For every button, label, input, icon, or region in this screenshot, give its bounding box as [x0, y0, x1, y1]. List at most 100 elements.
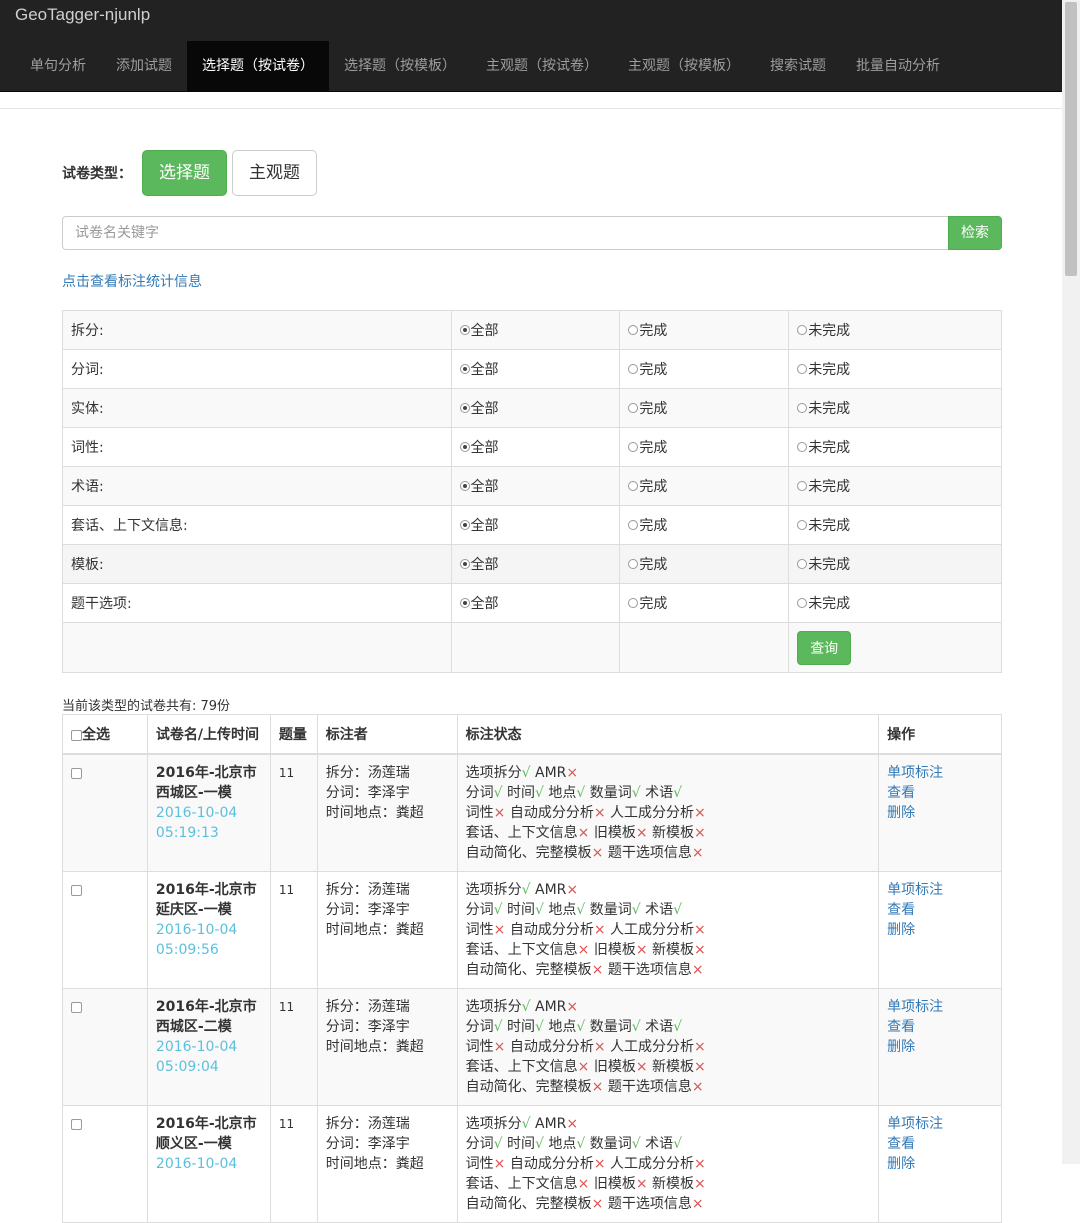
filter-radio[interactable]: 未完成 — [797, 320, 850, 340]
nav-item-3[interactable]: 选择题（按模板） — [329, 41, 471, 91]
radio-icon[interactable] — [628, 481, 639, 491]
radio-icon[interactable] — [628, 598, 639, 608]
filter-radio[interactable]: 未完成 — [797, 554, 850, 574]
search-input[interactable]: 试卷名关键字 — [62, 216, 948, 250]
op-link-2[interactable]: 删除 — [887, 1037, 993, 1057]
search-button[interactable]: 检索 — [948, 216, 1002, 250]
filter-radio[interactable]: 全部 — [459, 437, 499, 457]
filter-radio[interactable]: 全部 — [459, 476, 499, 496]
paper-name[interactable]: 延庆区-一模 — [156, 900, 262, 920]
op-link-0[interactable]: 单项标注 — [887, 1114, 993, 1134]
nav-item-7[interactable]: 批量自动分析 — [841, 41, 955, 91]
filter-radio[interactable]: 未完成 — [797, 515, 850, 535]
nav-item-0[interactable]: 单句分析 — [15, 41, 101, 91]
stats-link[interactable]: 点击查看标注统计信息 — [62, 271, 202, 291]
filter-radio[interactable]: 完成 — [628, 359, 667, 379]
filter-radio[interactable]: 全部 — [459, 359, 499, 379]
op-link-1[interactable]: 查看 — [887, 1017, 993, 1037]
radio-icon[interactable] — [797, 403, 808, 413]
radio-icon[interactable] — [459, 520, 470, 530]
radio-icon[interactable] — [797, 520, 808, 530]
filter-radio[interactable]: 完成 — [628, 554, 667, 574]
filter-radio[interactable]: 完成 — [628, 320, 667, 340]
page-scrollbar[interactable] — [1062, 0, 1080, 1164]
radio-icon[interactable] — [628, 325, 639, 335]
paper-name[interactable]: 顺义区-一模 — [156, 1134, 262, 1154]
filter-radio[interactable]: 完成 — [628, 398, 667, 418]
radio-icon[interactable] — [797, 364, 808, 374]
paper-name[interactable]: 西城区-一模 — [156, 783, 262, 803]
select-all-header[interactable]: 全选 — [62, 714, 148, 755]
filter-radio[interactable]: 未完成 — [797, 593, 850, 613]
radio-icon[interactable] — [459, 442, 470, 452]
filter-radio[interactable]: 全部 — [459, 554, 499, 574]
radio-icon[interactable] — [797, 442, 808, 452]
filter-radio[interactable]: 全部 — [459, 320, 499, 340]
nav-item-1[interactable]: 添加试题 — [101, 41, 187, 91]
op-link-0[interactable]: 单项标注 — [887, 997, 993, 1017]
radio-icon[interactable] — [797, 481, 808, 491]
radio-icon[interactable] — [459, 364, 470, 374]
choice-type-button[interactable]: 选择题 — [142, 150, 227, 196]
filter-radio[interactable]: 未完成 — [797, 437, 850, 457]
op-link-2[interactable]: 删除 — [887, 1154, 993, 1174]
radio-icon[interactable] — [628, 442, 639, 452]
filter-radio[interactable]: 完成 — [628, 515, 667, 535]
paper-name[interactable]: 2016年-北京市 — [156, 1114, 262, 1134]
filter-radio[interactable]: 全部 — [459, 398, 499, 418]
row-checkbox[interactable] — [71, 1118, 82, 1130]
filter-radio[interactable]: 未完成 — [797, 359, 850, 379]
filter-radio[interactable]: 未完成 — [797, 398, 850, 418]
brand-title[interactable]: GeoTagger-njunlp — [15, 5, 150, 25]
query-button[interactable]: 查询 — [797, 630, 852, 665]
radio-icon[interactable] — [459, 325, 470, 335]
nav-item-6[interactable]: 搜索试题 — [755, 41, 841, 91]
filter-radio[interactable]: 全部 — [459, 515, 499, 535]
scrollbar-thumb[interactable] — [1065, 2, 1077, 276]
radio-icon[interactable] — [628, 364, 639, 374]
radio-icon[interactable] — [459, 559, 470, 569]
op-link-2[interactable]: 删除 — [887, 803, 993, 823]
radio-icon[interactable] — [459, 403, 470, 413]
filter-label: 实体: — [62, 388, 452, 428]
status-item-label: 分词 — [465, 1136, 494, 1152]
op-link-2[interactable]: 删除 — [887, 920, 993, 940]
paper-type-row: 试卷类型： 选择题 主观题 — [62, 150, 322, 196]
row-checkbox[interactable] — [71, 884, 82, 896]
op-link-1[interactable]: 查看 — [887, 900, 993, 920]
radio-icon[interactable] — [628, 403, 639, 413]
filter-option-cell: 全部 — [450, 544, 621, 584]
paper-name[interactable]: 2016年-北京市 — [156, 763, 262, 783]
filter-radio[interactable]: 未完成 — [797, 476, 850, 496]
radio-icon[interactable] — [628, 520, 639, 530]
nav-item-4[interactable]: 主观题（按试卷） — [471, 41, 613, 91]
filter-radio[interactable]: 完成 — [628, 437, 667, 457]
filter-option-cell: 完成 — [619, 544, 790, 584]
radio-icon[interactable] — [628, 559, 639, 569]
filter-radio[interactable]: 完成 — [628, 593, 667, 613]
filter-radio[interactable]: 全部 — [459, 593, 499, 613]
op-link-1[interactable]: 查看 — [887, 783, 993, 803]
nav-item-5[interactable]: 主观题（按模板） — [613, 41, 755, 91]
radio-icon[interactable] — [459, 481, 470, 491]
paper-name[interactable]: 2016年-北京市 — [156, 997, 262, 1017]
radio-icon[interactable] — [797, 598, 808, 608]
row-checkbox[interactable] — [71, 1001, 82, 1013]
nav-item-2[interactable]: 选择题（按试卷） — [187, 41, 329, 91]
row-checkbox[interactable] — [71, 767, 82, 779]
op-link-0[interactable]: 单项标注 — [887, 763, 993, 783]
filter-label: 模板: — [62, 544, 452, 584]
radio-icon[interactable] — [459, 598, 470, 608]
op-link-1[interactable]: 查看 — [887, 1134, 993, 1154]
select-all-checkbox[interactable] — [71, 729, 82, 741]
status-line: 分词√ 时间√ 地点√ 数量词√ 术语√ — [466, 1134, 870, 1154]
subjective-type-button[interactable]: 主观题 — [232, 150, 317, 196]
cross-icon: × — [566, 882, 579, 898]
radio-icon[interactable] — [797, 559, 808, 569]
status-item-label: 人工成分分析 — [610, 805, 695, 821]
op-link-0[interactable]: 单项标注 — [887, 880, 993, 900]
radio-icon[interactable] — [797, 325, 808, 335]
paper-name[interactable]: 2016年-北京市 — [156, 880, 262, 900]
paper-name[interactable]: 西城区-二模 — [156, 1017, 262, 1037]
filter-radio[interactable]: 完成 — [628, 476, 667, 496]
